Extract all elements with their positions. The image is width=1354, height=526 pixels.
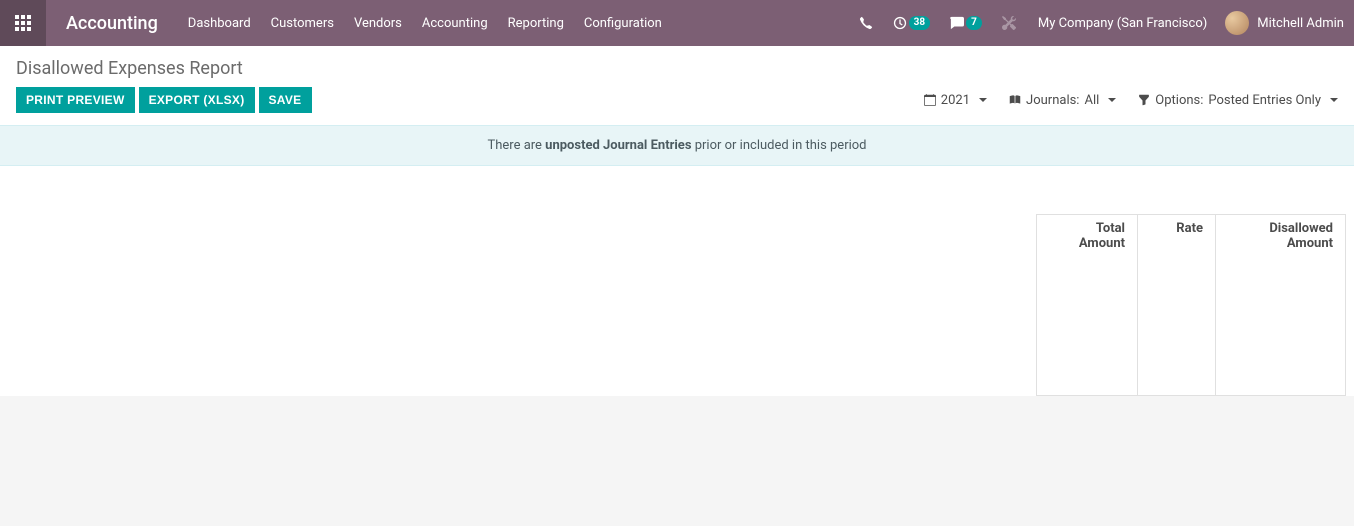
user-menu[interactable]: Mitchell Admin [1219, 0, 1354, 46]
export-xlsx-button[interactable]: Export (XLSX) [139, 87, 255, 113]
menu-reporting[interactable]: Reporting [498, 0, 574, 46]
activities-badge: 38 [909, 16, 930, 30]
col-total-amount: Total Amount [1037, 215, 1137, 395]
page-title: Disallowed Expenses Report [16, 58, 1338, 79]
avatar-icon [1225, 11, 1249, 35]
menu-vendors[interactable]: Vendors [344, 0, 412, 46]
book-icon [1009, 94, 1021, 106]
filter-options[interactable]: Options: Posted Entries Only [1138, 93, 1338, 108]
col-disallowed-amount: Disallowed Amount [1215, 215, 1345, 395]
filter-date-value: 2021 [941, 93, 970, 108]
app-title[interactable]: Accounting [46, 13, 178, 34]
alert-bold: unposted Journal Entries [545, 138, 691, 153]
report-table: Total Amount Rate Disallowed Amount [0, 166, 1354, 396]
apps-menu-icon[interactable] [0, 0, 46, 46]
caret-down-icon [979, 98, 987, 102]
top-navbar: Accounting Dashboard Customers Vendors A… [0, 0, 1354, 46]
menu-customers[interactable]: Customers [261, 0, 344, 46]
calendar-icon [924, 94, 936, 106]
messages-badge: 7 [966, 16, 982, 30]
filters-bar: 2021 Journals: All Options: Posted Entri… [924, 93, 1338, 108]
user-name: Mitchell Admin [1257, 16, 1344, 31]
breadcrumb: Disallowed Expenses Report [0, 46, 1354, 87]
print-preview-button[interactable]: Print Preview [16, 87, 135, 113]
filter-options-value: Posted Entries Only [1208, 93, 1321, 108]
table-header-row: Total Amount Rate Disallowed Amount [1036, 214, 1346, 396]
col-rate: Rate [1137, 215, 1215, 395]
action-buttons: Print Preview Export (XLSX) Save [16, 87, 312, 113]
menu-accounting[interactable]: Accounting [412, 0, 498, 46]
activities-icon[interactable]: 38 [883, 0, 940, 46]
main-menu: Dashboard Customers Vendors Accounting R… [178, 0, 672, 46]
filter-journals-label: Journals: [1026, 93, 1079, 108]
tools-icon[interactable] [992, 0, 1026, 46]
menu-dashboard[interactable]: Dashboard [178, 0, 261, 46]
caret-down-icon [1330, 98, 1338, 102]
caret-down-icon [1108, 98, 1116, 102]
nav-right: 38 7 My Company (San Francisco) Mitchell… [849, 0, 1354, 46]
info-alert[interactable]: There are unposted Journal Entries prior… [0, 125, 1354, 166]
filter-journals[interactable]: Journals: All [1009, 93, 1116, 108]
filter-icon [1138, 94, 1150, 106]
alert-suffix: prior or included in this period [692, 138, 867, 153]
company-selector[interactable]: My Company (San Francisco) [1026, 16, 1219, 31]
actions-row: Print Preview Export (XLSX) Save 2021 Jo… [0, 87, 1354, 125]
messages-icon[interactable]: 7 [940, 0, 992, 46]
footer-space [0, 396, 1354, 526]
alert-prefix: There are [487, 138, 545, 153]
save-button[interactable]: Save [259, 87, 312, 113]
filter-date[interactable]: 2021 [924, 93, 987, 108]
filter-options-label: Options: [1155, 93, 1203, 108]
phone-icon[interactable] [849, 0, 883, 46]
filter-journals-value: All [1084, 93, 1099, 108]
content-area: Disallowed Expenses Report Print Preview… [0, 46, 1354, 396]
menu-configuration[interactable]: Configuration [574, 0, 672, 46]
